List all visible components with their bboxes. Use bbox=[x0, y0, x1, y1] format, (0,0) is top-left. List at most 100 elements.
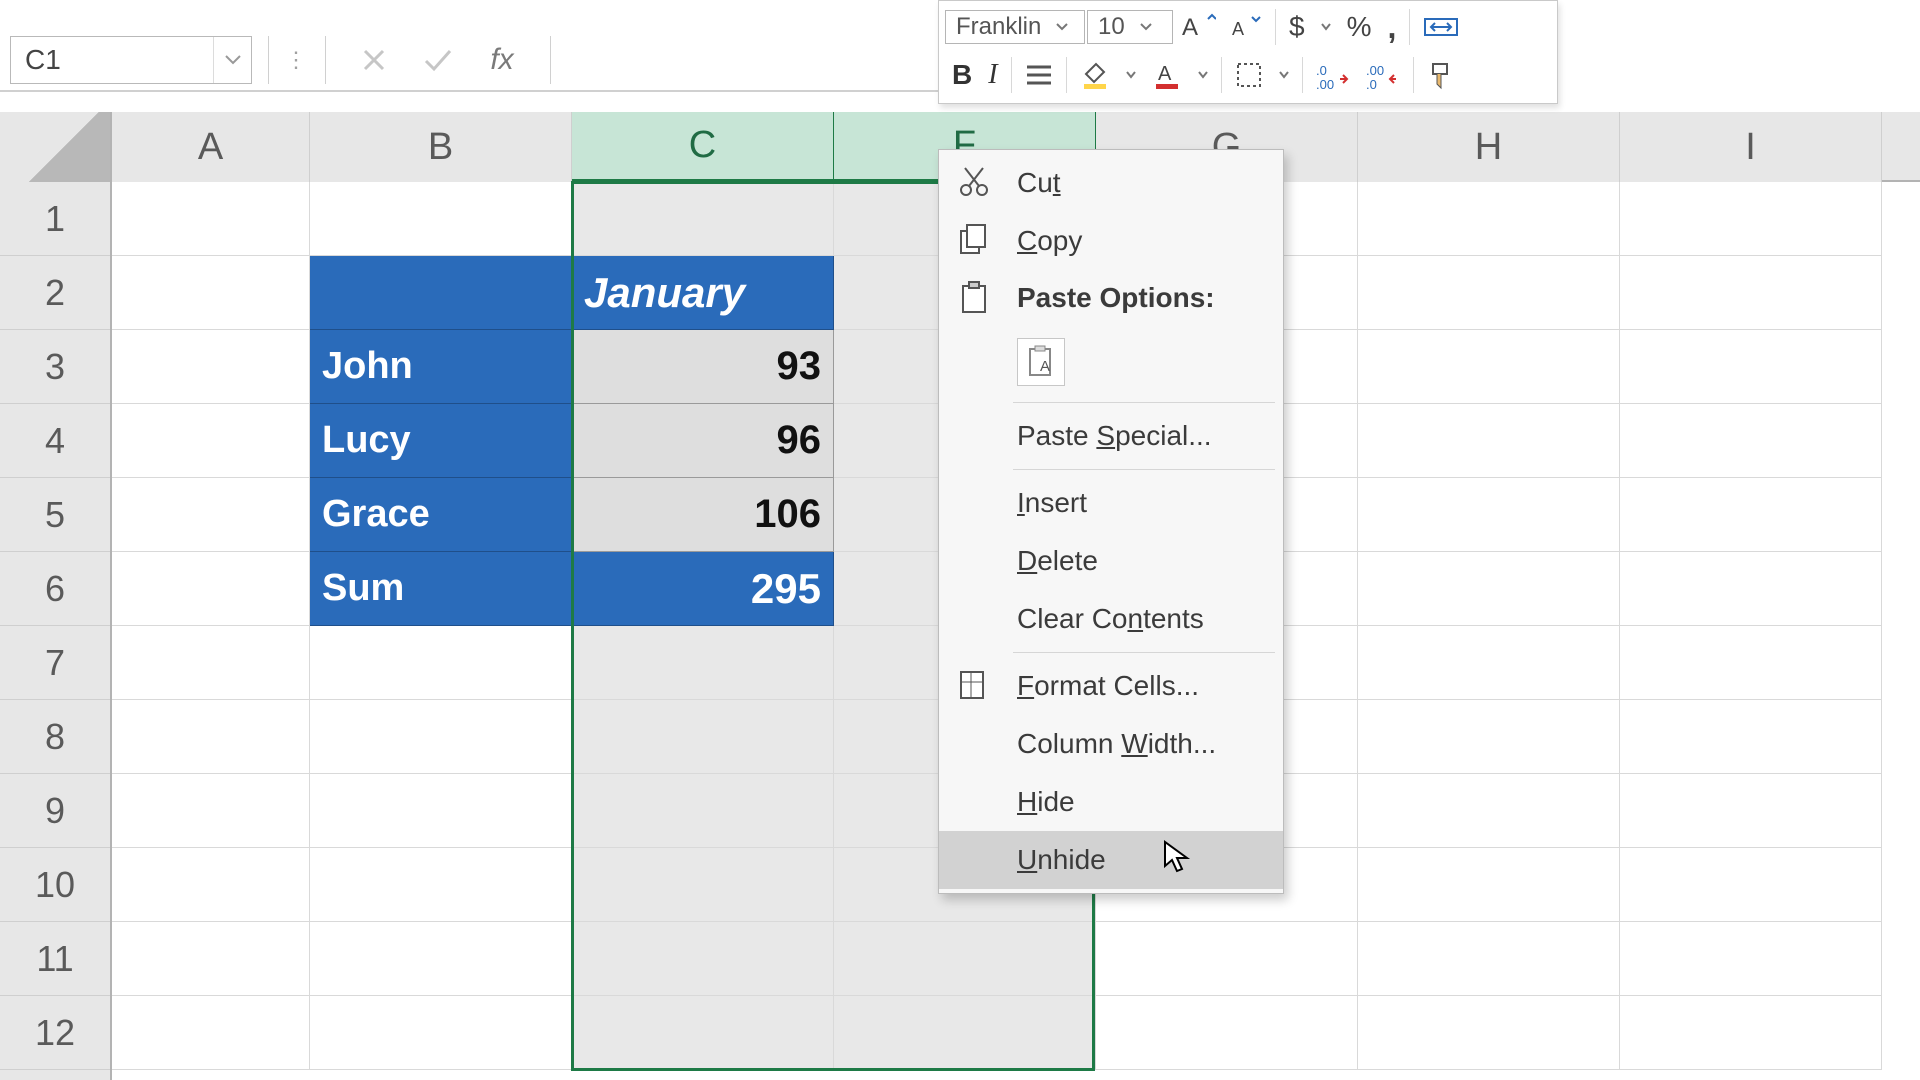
cell[interactable]: 93 bbox=[572, 330, 834, 404]
cell[interactable]: 96 bbox=[572, 404, 834, 478]
cell[interactable] bbox=[572, 182, 834, 256]
cell[interactable] bbox=[1620, 404, 1882, 478]
format-painter-button[interactable] bbox=[1420, 55, 1464, 95]
cell[interactable] bbox=[1358, 404, 1620, 478]
cell[interactable] bbox=[1358, 996, 1620, 1070]
borders-button[interactable] bbox=[1228, 55, 1270, 95]
cell[interactable] bbox=[572, 996, 834, 1070]
ctx-delete[interactable]: Delete bbox=[939, 532, 1283, 590]
cell[interactable]: Grace bbox=[310, 478, 572, 552]
cell[interactable]: 106 bbox=[572, 478, 834, 552]
cell[interactable] bbox=[1096, 922, 1358, 996]
accounting-format-button[interactable]: $ bbox=[1282, 7, 1312, 47]
accept-formula-button[interactable] bbox=[406, 36, 470, 84]
cell[interactable] bbox=[572, 626, 834, 700]
cell[interactable] bbox=[1358, 626, 1620, 700]
font-name-combo[interactable]: Franklin bbox=[945, 10, 1085, 44]
row-header[interactable]: 2 bbox=[0, 256, 110, 330]
font-size-combo[interactable]: 10 bbox=[1087, 10, 1173, 44]
cell[interactable] bbox=[112, 848, 310, 922]
cell[interactable] bbox=[1358, 848, 1620, 922]
cell[interactable]: January bbox=[572, 256, 834, 330]
cell[interactable] bbox=[1358, 182, 1620, 256]
row-header[interactable]: 5 bbox=[0, 478, 110, 552]
increase-decimal-button[interactable]: .0.00 bbox=[1309, 55, 1357, 95]
paste-option-keep-text[interactable]: A bbox=[1017, 338, 1065, 386]
cell[interactable] bbox=[310, 922, 572, 996]
ctx-clear-contents[interactable]: Clear Contents bbox=[939, 590, 1283, 648]
accounting-dropdown[interactable] bbox=[1314, 7, 1338, 47]
cell[interactable] bbox=[1620, 552, 1882, 626]
cell[interactable] bbox=[310, 256, 572, 330]
cell[interactable]: 295 bbox=[572, 552, 834, 626]
ctx-cut[interactable]: Cut bbox=[939, 154, 1283, 212]
cell[interactable] bbox=[112, 330, 310, 404]
column-header[interactable]: I bbox=[1620, 112, 1882, 182]
cell[interactable] bbox=[112, 404, 310, 478]
cell[interactable] bbox=[1620, 996, 1882, 1070]
cell[interactable] bbox=[112, 552, 310, 626]
cell[interactable] bbox=[1358, 922, 1620, 996]
row-header[interactable]: 6 bbox=[0, 552, 110, 626]
cell[interactable] bbox=[1096, 996, 1358, 1070]
cell[interactable] bbox=[1620, 330, 1882, 404]
formula-bar-grip-icon[interactable]: ⋮ bbox=[285, 47, 309, 73]
decrease-decimal-button[interactable]: .00.0 bbox=[1359, 55, 1407, 95]
font-color-button[interactable]: A bbox=[1145, 55, 1189, 95]
row-header[interactable]: 10 bbox=[0, 848, 110, 922]
merge-center-button[interactable] bbox=[1416, 7, 1466, 47]
ctx-copy[interactable]: Copy bbox=[939, 212, 1283, 270]
row-header[interactable]: 1 bbox=[0, 182, 110, 256]
cell[interactable] bbox=[310, 774, 572, 848]
italic-button[interactable]: I bbox=[981, 55, 1004, 95]
row-header[interactable]: 11 bbox=[0, 922, 110, 996]
cell[interactable] bbox=[1358, 700, 1620, 774]
cell[interactable] bbox=[1620, 182, 1882, 256]
formula-input[interactable] bbox=[567, 36, 938, 84]
row-header[interactable]: 9 bbox=[0, 774, 110, 848]
cell[interactable] bbox=[1620, 700, 1882, 774]
percent-format-button[interactable]: % bbox=[1340, 7, 1379, 47]
ctx-hide[interactable]: Hide bbox=[939, 773, 1283, 831]
cell[interactable] bbox=[1358, 552, 1620, 626]
ctx-paste-special[interactable]: Paste Special... bbox=[939, 407, 1283, 465]
align-button[interactable] bbox=[1018, 55, 1060, 95]
cell[interactable] bbox=[112, 478, 310, 552]
cell[interactable]: Lucy bbox=[310, 404, 572, 478]
select-all-corner[interactable] bbox=[0, 112, 112, 182]
cancel-formula-button[interactable] bbox=[342, 36, 406, 84]
cell[interactable] bbox=[572, 774, 834, 848]
insert-function-button[interactable]: fx bbox=[470, 36, 534, 84]
fill-color-button[interactable] bbox=[1073, 55, 1117, 95]
increase-font-button[interactable]: A bbox=[1175, 7, 1223, 47]
row-header[interactable]: 3 bbox=[0, 330, 110, 404]
font-color-dropdown[interactable] bbox=[1191, 55, 1215, 95]
cell[interactable] bbox=[112, 626, 310, 700]
chevron-down-icon[interactable] bbox=[1135, 23, 1157, 31]
cell[interactable] bbox=[310, 182, 572, 256]
cell[interactable] bbox=[572, 922, 834, 996]
cell[interactable] bbox=[1620, 478, 1882, 552]
cell[interactable] bbox=[1620, 848, 1882, 922]
cell[interactable] bbox=[310, 848, 572, 922]
borders-dropdown[interactable] bbox=[1272, 55, 1296, 95]
cell[interactable] bbox=[112, 996, 310, 1070]
column-header[interactable]: H bbox=[1358, 112, 1620, 182]
chevron-down-icon[interactable] bbox=[213, 37, 251, 83]
cell[interactable] bbox=[572, 700, 834, 774]
cell[interactable] bbox=[1620, 774, 1882, 848]
row-header[interactable]: 8 bbox=[0, 700, 110, 774]
cell[interactable] bbox=[834, 996, 1096, 1070]
comma-format-button[interactable]: , bbox=[1380, 7, 1403, 47]
fill-color-dropdown[interactable] bbox=[1119, 55, 1143, 95]
column-header[interactable]: A bbox=[112, 112, 310, 182]
column-header[interactable]: C bbox=[572, 112, 834, 182]
ctx-column-width[interactable]: Column Width... bbox=[939, 715, 1283, 773]
ctx-unhide[interactable]: Unhide bbox=[939, 831, 1283, 889]
cell[interactable] bbox=[112, 700, 310, 774]
chevron-down-icon[interactable] bbox=[1051, 23, 1073, 31]
cell[interactable] bbox=[1620, 256, 1882, 330]
cell[interactable] bbox=[112, 922, 310, 996]
decrease-font-button[interactable]: A bbox=[1225, 7, 1269, 47]
cell[interactable] bbox=[112, 182, 310, 256]
